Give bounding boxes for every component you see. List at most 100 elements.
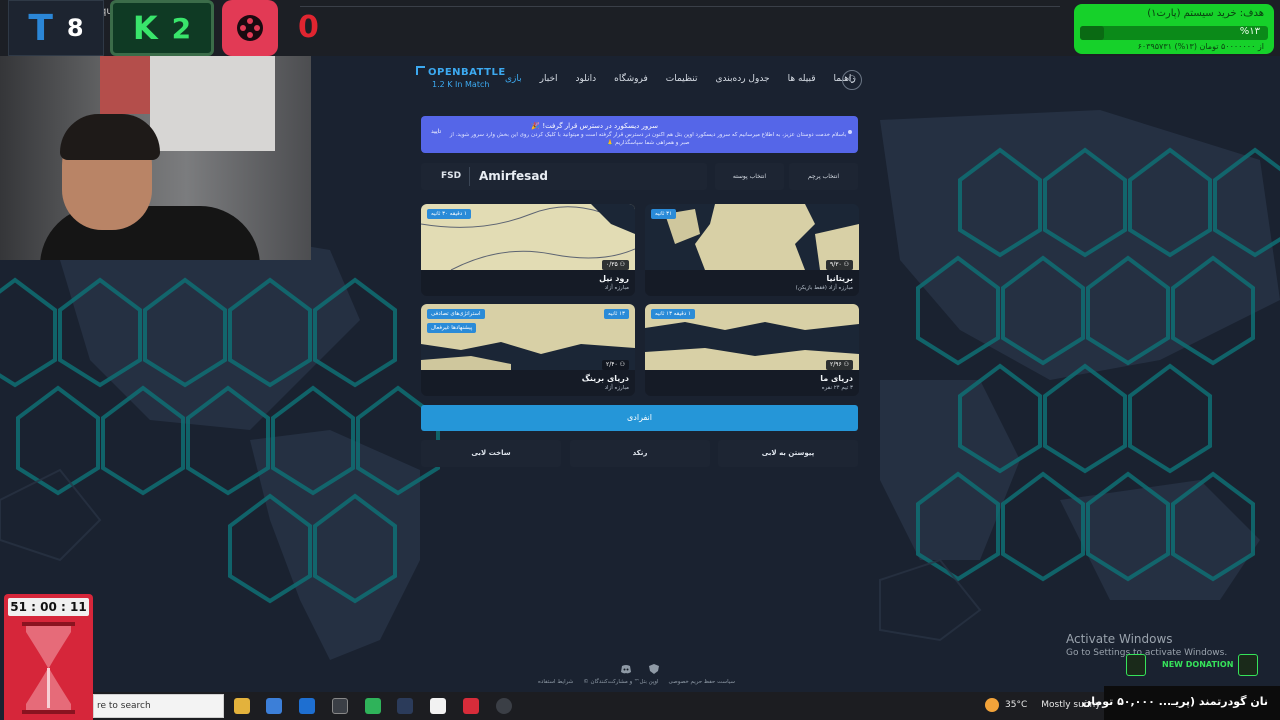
map-name: دریای ما xyxy=(820,374,853,383)
new-donation-label: NEW DONATION xyxy=(1162,660,1234,669)
single-player-button[interactable]: انفرادی xyxy=(421,405,858,431)
brand-name: OPENBATTLE xyxy=(416,66,506,78)
goal-percent: %۱۳ xyxy=(1239,26,1260,37)
media-app-icon[interactable] xyxy=(463,698,479,714)
player-name-field[interactable]: FSD Amirfesad xyxy=(421,163,707,190)
outlook-icon[interactable] xyxy=(299,698,315,714)
announcement-body: باسلام خدمت دوستان عزیز، به اطلاع میرسان… xyxy=(449,132,847,146)
obs-icon[interactable] xyxy=(496,698,512,714)
goal-title: هدف: خرید سیستم (پارت۱) xyxy=(1147,8,1264,19)
team-k-score-box: K 2 xyxy=(110,0,214,56)
film-reel-icon xyxy=(237,15,263,41)
players-icon: ⚇ xyxy=(619,261,625,268)
map-time-badge: ۱۳ ثانیه xyxy=(603,309,629,319)
nav-item[interactable]: قبیله ها xyxy=(788,74,816,84)
tab-divider xyxy=(300,6,1060,7)
nav-item[interactable]: اخبار xyxy=(540,74,558,84)
shield-app-icon[interactable] xyxy=(365,698,381,714)
brand-mark-icon xyxy=(416,66,425,75)
nav-item[interactable]: دانلود xyxy=(576,74,597,84)
team-t-score: 8 xyxy=(66,14,84,42)
map-tag-suggestions-disabled: پیشنهادها غیرفعال xyxy=(427,323,477,333)
nav-item[interactable]: تنظیمات xyxy=(666,74,698,84)
goal-subtitle: ۶۰۳۹۵۷۳۱ از ۵۰۰۰۰۰۰۰ تومان (۱۳%) xyxy=(1137,42,1264,51)
extra-score: 0 xyxy=(298,10,319,45)
nav-item[interactable]: فروشگاه xyxy=(614,74,648,84)
choose-skin-button[interactable]: انتخاب پوسته xyxy=(715,163,784,190)
map-mode: مبارزه آزاد xyxy=(604,385,629,391)
steam-icon[interactable] xyxy=(397,698,413,714)
map-time-badge: ۱ دقیقه ۱۳ ثانیه xyxy=(651,309,695,319)
map-players-text: ۲/۴۰ xyxy=(605,361,618,368)
team-k-logo: K xyxy=(132,9,158,47)
taskbar-search-input[interactable]: re to search xyxy=(93,694,224,718)
clan-tag: FSD xyxy=(441,171,462,181)
map-player-count: ۲/۹۶ ⚇ xyxy=(825,360,853,370)
shield-icon[interactable] xyxy=(648,660,660,674)
weather-temp: 35°C xyxy=(1005,700,1028,710)
announcement-confirm-button[interactable]: تایید xyxy=(431,128,441,135)
donation-text: نان گودرتمند (پریـ... ۵۰,۰۰۰ تومان xyxy=(1081,695,1268,708)
ranked-button[interactable]: رنکد xyxy=(570,440,710,467)
color-app-icon[interactable] xyxy=(430,698,446,714)
map-time-badge: ۳۱ ثانیه xyxy=(651,209,677,219)
create-lobby-button[interactable]: ساخت لابی xyxy=(421,440,561,467)
map-players-text: ۲/۹۶ xyxy=(829,361,842,368)
activate-title: Activate Windows xyxy=(1066,632,1173,646)
map-card-bering[interactable]: ۱۳ ثانیه استراتژی‌های تصادفی پیشنهادها غ… xyxy=(421,304,635,396)
map-mode: مبارزه آزاد xyxy=(604,285,629,291)
webcam-pegboard xyxy=(150,56,275,151)
field-divider xyxy=(469,167,470,186)
discord-announcement[interactable]: سرور دیسکورد در دسترس قرار گرفت! 🎉 باسلا… xyxy=(421,116,858,153)
map-card-mare-nostrum[interactable]: ۱ دقیقه ۱۳ ثانیه ۲/۹۶ ⚇ دریای ما ۳ تیم ۲… xyxy=(645,304,859,396)
players-icon: ⚇ xyxy=(619,361,625,368)
discord-icon[interactable] xyxy=(620,660,632,674)
search-placeholder: re to search xyxy=(97,701,151,711)
player-name: Amirfesad xyxy=(479,169,549,183)
countdown-timer: 51 : 00 : 11 xyxy=(4,594,93,720)
chrome-icon[interactable] xyxy=(332,698,348,714)
film-reel-icon-box xyxy=(222,0,278,56)
brand-logo[interactable]: OPENBATTLE 1.2 K In Match xyxy=(416,66,506,89)
brand-title: OPENBATTLE xyxy=(428,67,506,78)
webcam-feed xyxy=(0,56,311,260)
file-explorer-icon[interactable] xyxy=(234,698,250,714)
map-mode: مبارزه آزاد (فقط بازیکن) xyxy=(795,285,853,291)
money-icon xyxy=(1126,654,1146,676)
map-players-text: ۰/۳۵ xyxy=(605,261,618,268)
choose-flag-button[interactable]: انتخاب پرچم xyxy=(789,163,858,190)
map-time-badge: ۱ دقیقه ۳۰ ثانیه xyxy=(427,209,471,219)
team-t-score-box: T 8 xyxy=(8,0,104,56)
map-name: رود نیل xyxy=(599,274,629,283)
join-lobby-button[interactable]: پیوستن به لابی xyxy=(718,440,858,467)
footer-link[interactable]: اوپن‌ ‌بتل™ و مشارکت‌کنندگان © xyxy=(583,679,658,685)
stream-screen: qu T 8 K 2 0 هدف: خرید سیستم (پارت۱) %۱۳… xyxy=(0,0,1280,720)
map-player-count: ۲/۴۰ ⚇ xyxy=(601,360,629,370)
map-player-count: ۹/۳۰ ⚇ xyxy=(825,260,853,270)
donation-alert: نان گودرتمند (پریـ... ۵۰,۰۰۰ تومان xyxy=(1082,686,1280,720)
user-plus-icon[interactable]: ⚇ xyxy=(842,70,862,90)
players-icon: ⚇ xyxy=(843,361,849,368)
map-name: بریتانیا xyxy=(826,274,853,283)
footer-link[interactable]: شرایط استفاده xyxy=(538,679,573,685)
store-icon[interactable] xyxy=(266,698,282,714)
goal-progress-fill xyxy=(1080,26,1105,40)
map-card-nile[interactable]: ۱ دقیقه ۳۰ ثانیه ۰/۳۵ ⚇ رود نیل مبارزه آ… xyxy=(421,204,635,296)
new-donation-banner: NEW DONATION xyxy=(1122,654,1262,678)
map-card-britain[interactable]: ۳۱ ثانیه ۹/۳۰ ⚇ بریتانیا مبارزه آزاد (فق… xyxy=(645,204,859,296)
announcement-title: سرور دیسکورد در دسترس قرار گرفت! 🎉 xyxy=(531,122,658,130)
brand-in-match: 1.2 K In Match xyxy=(432,80,490,89)
main-nav: راهنما قبیله ها جدول رده‌بندی تنظیمات فروشگا… xyxy=(505,74,856,84)
map-name: دریای برینگ xyxy=(581,374,629,383)
donation-goal-widget: هدف: خرید سیستم (پارت۱) %۱۳ ۶۰۳۹۵۷۳۱ از … xyxy=(1074,4,1274,54)
timer-value: 51 : 00 : 11 xyxy=(8,598,89,616)
sun-icon xyxy=(985,698,999,712)
players-icon: ⚇ xyxy=(843,261,849,268)
footer-link[interactable]: سیاست حفظ حریم خصوصی xyxy=(669,679,736,685)
footer-social-icons xyxy=(620,660,660,674)
footer-links: سیاست حفظ حریم خصوصی اوپن‌ ‌بتل™ و مشارکت… xyxy=(538,679,735,685)
nav-item[interactable]: جدول رده‌بندی xyxy=(716,74,770,84)
money-icon xyxy=(1238,654,1258,676)
map-mode: ۳ تیم ۲۴ نفره xyxy=(821,385,853,391)
nav-item[interactable]: بازی xyxy=(505,74,522,84)
